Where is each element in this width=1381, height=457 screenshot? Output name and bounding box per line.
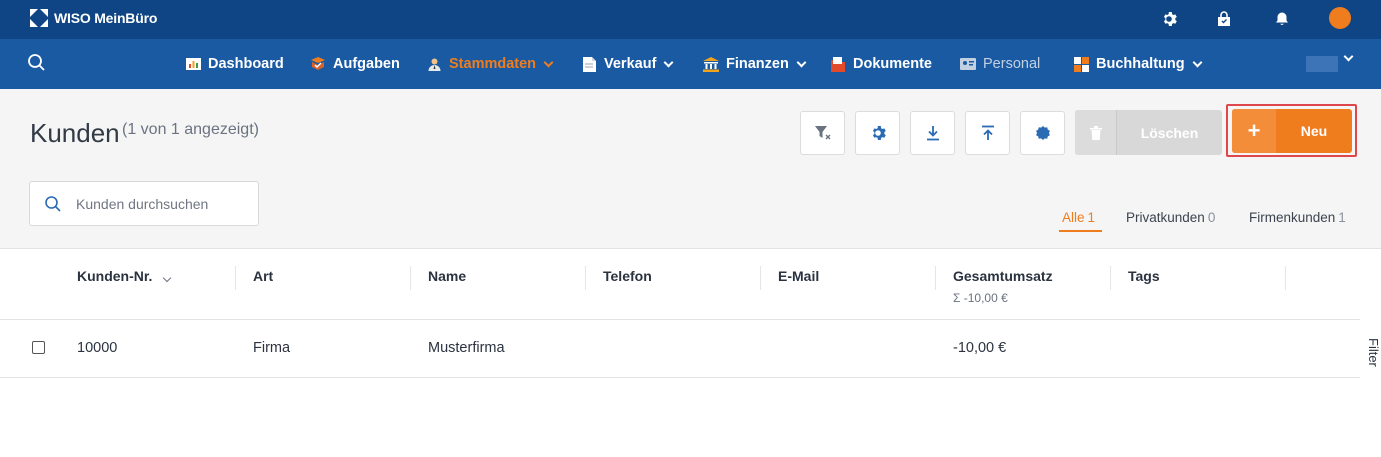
column-header-telefon[interactable]: Telefon xyxy=(603,268,652,284)
column-divider xyxy=(235,266,236,290)
cell-art: Firma xyxy=(253,340,291,356)
extras-button[interactable] xyxy=(1020,111,1065,155)
document-icon xyxy=(581,56,597,72)
notification-bell-icon[interactable] xyxy=(1271,8,1293,30)
app-logo[interactable]: WISO MeinBüro xyxy=(30,9,157,27)
chevron-down-icon xyxy=(543,57,554,67)
table-header-divider xyxy=(0,319,1360,320)
cell-kunden-nr: 10000 xyxy=(77,340,118,356)
nav-item-aufgaben[interactable]: Aufgaben xyxy=(310,39,400,89)
trash-icon xyxy=(1075,110,1117,155)
row-divider xyxy=(0,377,1360,378)
tab-firmenkunden[interactable]: Firmenkunden 1 xyxy=(1249,210,1346,225)
main-nav: Dashboard Aufgaben Stammdaten Verkauf Fi… xyxy=(0,39,1381,89)
filter-clear-icon xyxy=(814,126,830,140)
export-button[interactable] xyxy=(910,111,955,155)
column-header-art[interactable]: Art xyxy=(253,268,273,284)
documents-icon xyxy=(830,56,846,72)
column-divider xyxy=(1285,266,1286,290)
tab-alle[interactable]: Alle 1 xyxy=(1062,210,1095,225)
download-icon xyxy=(926,126,939,141)
user-avatar[interactable] xyxy=(1329,7,1351,29)
badge-icon xyxy=(1035,126,1050,140)
new-button[interactable]: + Neu xyxy=(1232,109,1352,153)
tab-privatkunden[interactable]: Privatkunden 0 xyxy=(1126,210,1215,225)
id-card-icon xyxy=(960,56,976,72)
chevron-down-icon xyxy=(663,57,674,67)
page-subtitle: (1 von 1 angezeigt) xyxy=(122,121,259,138)
plus-icon: + xyxy=(1232,109,1276,153)
search-icon[interactable] xyxy=(26,52,48,74)
column-divider xyxy=(1110,266,1111,290)
column-divider xyxy=(935,266,936,290)
column-header-kunden-nr[interactable]: Kunden-Nr. xyxy=(77,268,172,284)
column-divider xyxy=(410,266,411,290)
nav-item-dokumente[interactable]: Dokumente xyxy=(830,39,932,89)
person-icon xyxy=(426,56,442,72)
chevron-down-icon xyxy=(796,57,807,67)
search-icon xyxy=(30,195,76,213)
nav-item-finanzen[interactable]: Finanzen xyxy=(703,39,807,89)
clear-filter-button[interactable] xyxy=(800,111,845,155)
bank-icon xyxy=(703,56,719,72)
logo-icon xyxy=(30,9,48,27)
column-header-name[interactable]: Name xyxy=(428,268,466,284)
cell-name: Musterfirma xyxy=(428,340,505,356)
upload-icon xyxy=(981,125,994,140)
active-tab-indicator xyxy=(1059,230,1102,232)
user-menu[interactable] xyxy=(1306,56,1338,72)
sort-chevron-icon xyxy=(163,273,172,283)
filter-panel-toggle[interactable]: Filter xyxy=(1366,338,1381,367)
nav-item-buchhaltung[interactable]: Buchhaltung xyxy=(1073,39,1203,89)
nav-item-personal[interactable]: Personal xyxy=(960,39,1040,89)
page-header: Kunden (1 von 1 angezeigt) Löschen + Neu… xyxy=(0,89,1381,249)
chevron-down-icon xyxy=(1192,57,1203,67)
dashboard-chart-icon xyxy=(185,56,201,72)
delete-button[interactable]: Löschen xyxy=(1075,110,1222,155)
column-divider xyxy=(585,266,586,290)
gear-icon xyxy=(872,126,886,140)
settings-gear-icon[interactable] xyxy=(1158,8,1180,30)
customer-search[interactable] xyxy=(29,181,259,226)
tasks-icon xyxy=(310,56,326,72)
cell-gesamtumsatz: -10,00 € xyxy=(953,340,1007,356)
column-header-gesamtumsatz[interactable]: Gesamtumsatz xyxy=(953,268,1053,284)
chevron-down-icon[interactable] xyxy=(1343,51,1354,62)
settings-button[interactable] xyxy=(855,111,900,155)
column-header-tags[interactable]: Tags xyxy=(1128,268,1160,284)
page-title: Kunden xyxy=(30,118,120,148)
accounting-icon xyxy=(1073,56,1089,72)
column-header-email[interactable]: E-Mail xyxy=(778,268,819,284)
nav-item-verkauf[interactable]: Verkauf xyxy=(581,39,674,89)
import-button[interactable] xyxy=(965,111,1010,155)
nav-item-dashboard[interactable]: Dashboard xyxy=(185,39,284,89)
search-input[interactable] xyxy=(76,195,246,212)
nav-item-stammdaten[interactable]: Stammdaten xyxy=(426,39,554,89)
top-bar: WISO MeinBüro xyxy=(0,0,1381,39)
store-bag-icon[interactable] xyxy=(1213,8,1235,30)
column-divider xyxy=(760,266,761,290)
revenue-sum: Σ -10,00 € xyxy=(953,291,1008,305)
logo-text: WISO MeinBüro xyxy=(54,10,158,26)
row-checkbox[interactable] xyxy=(32,341,45,354)
